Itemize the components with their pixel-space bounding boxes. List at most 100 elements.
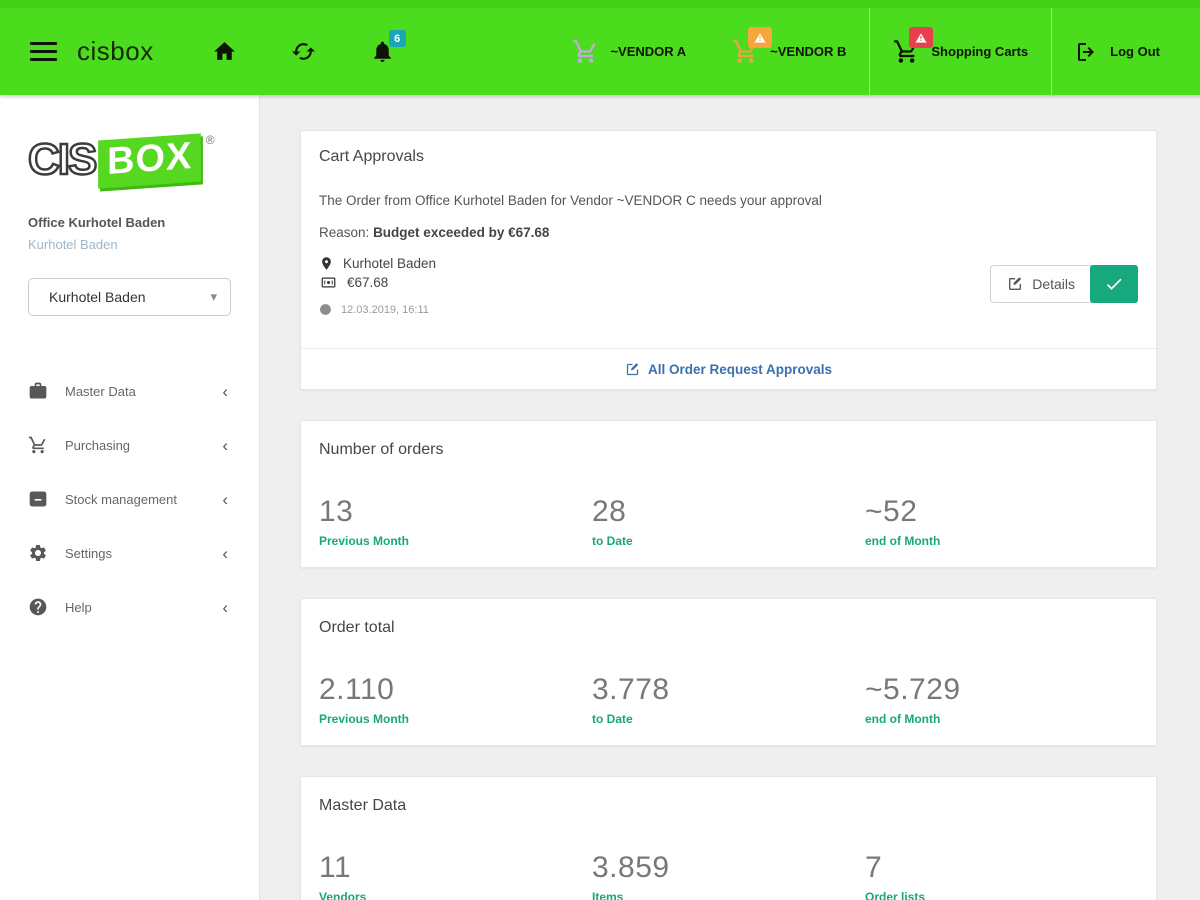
refresh-icon xyxy=(291,39,316,64)
stat-label: Order lists xyxy=(865,890,1138,900)
all-approvals-link[interactable]: All Order Request Approvals xyxy=(625,362,832,377)
nav-vendor-a[interactable]: ~VENDOR A xyxy=(549,8,709,95)
banknote-icon xyxy=(319,275,338,290)
sidebar-item-help[interactable]: Help ‹ xyxy=(28,580,231,634)
chevron-left-icon: ‹ xyxy=(222,491,231,508)
home-button[interactable] xyxy=(212,39,237,64)
home-icon xyxy=(212,39,237,64)
card-title: Cart Approvals xyxy=(319,148,1138,166)
stat-value: 2.110 xyxy=(319,673,592,707)
approve-button[interactable] xyxy=(1090,265,1138,303)
stat-value: 3.778 xyxy=(592,673,865,707)
stat-value: ~52 xyxy=(865,495,1138,529)
nav-shopping-carts-label: Shopping Carts xyxy=(931,44,1028,59)
logo-cis-text: CIS xyxy=(28,131,95,189)
stat-end-of-month: ~52 end of Month xyxy=(865,495,1138,548)
stat-label: Items xyxy=(592,890,865,900)
details-button-label: Details xyxy=(1032,276,1075,292)
sidebar-item-purchasing[interactable]: Purchasing ‹ xyxy=(28,418,231,472)
nav-logout[interactable]: Log Out xyxy=(1051,8,1200,95)
stats-row: 11 Vendors 3.859 Items 7 Order lists xyxy=(319,851,1138,900)
vendor-a-cart-icon xyxy=(572,38,599,65)
clock-icon xyxy=(319,303,332,316)
sidebar-item-master-data[interactable]: Master Data ‹ xyxy=(28,364,231,418)
reason-label: Reason: xyxy=(319,225,369,240)
nav-logout-label: Log Out xyxy=(1110,44,1160,59)
nav-vendor-b[interactable]: ~VENDOR B xyxy=(709,8,869,95)
sidebar-item-label: Master Data xyxy=(65,384,136,399)
warning-triangle-icon xyxy=(914,31,928,45)
sidebar-item-stock-management[interactable]: Stock management ‹ xyxy=(28,472,231,526)
nav-shopping-carts[interactable]: Shopping Carts xyxy=(869,8,1051,95)
order-total-card: Order total 2.110 Previous Month 3.778 t… xyxy=(300,598,1157,746)
notifications-button[interactable]: 6 xyxy=(370,39,395,64)
approval-timestamp-row: 12.03.2019, 16:11 xyxy=(319,303,1138,316)
master-data-card: Master Data 11 Vendors 3.859 Items 7 Ord… xyxy=(300,776,1157,900)
stat-label: to Date xyxy=(592,712,865,726)
gear-icon xyxy=(28,543,48,563)
stat-label: Previous Month xyxy=(319,712,592,726)
stat-label: Vendors xyxy=(319,890,592,900)
content-area: Cart Approvals The Order from Office Kur… xyxy=(260,95,1200,900)
stat-order-lists: 7 Order lists xyxy=(865,851,1138,900)
card-title: Order total xyxy=(319,619,1138,637)
details-button[interactable]: Details xyxy=(990,265,1092,303)
stock-box-icon xyxy=(28,489,48,509)
cisbox-logo: CIS BOX ® xyxy=(28,131,231,193)
sidebar: CIS BOX ® Office Kurhotel Baden Kurhotel… xyxy=(0,95,260,900)
briefcase-icon xyxy=(28,381,48,401)
sidebar-item-label: Stock management xyxy=(65,492,177,507)
stat-end-of-month: ~5.729 end of Month xyxy=(865,673,1138,726)
nav-vendor-a-label: ~VENDOR A xyxy=(610,44,686,59)
approval-message: The Order from Office Kurhotel Baden for… xyxy=(319,193,1138,208)
card-title: Master Data xyxy=(319,797,1138,815)
navbar-left-group: cisbox 6 xyxy=(0,8,395,95)
vendor-b-cart-icon xyxy=(732,38,759,65)
stat-value: 11 xyxy=(319,851,592,885)
sidebar-item-settings[interactable]: Settings ‹ xyxy=(28,526,231,580)
menu-toggle-button[interactable] xyxy=(30,42,57,61)
stat-vendors: 11 Vendors xyxy=(319,851,592,900)
logout-icon xyxy=(1075,40,1099,64)
cart-approvals-card: Cart Approvals The Order from Office Kur… xyxy=(300,130,1157,390)
edit-icon xyxy=(625,362,640,377)
help-circle-icon xyxy=(28,597,48,617)
stat-value: ~5.729 xyxy=(865,673,1138,707)
stat-previous-month: 13 Previous Month xyxy=(319,495,592,548)
chevron-left-icon: ‹ xyxy=(222,545,231,562)
stat-items: 3.859 Items xyxy=(592,851,865,900)
chevron-left-icon: ‹ xyxy=(222,599,231,616)
map-pin-icon xyxy=(319,256,334,271)
location-select-value: Kurhotel Baden xyxy=(49,289,146,305)
stat-value: 7 xyxy=(865,851,1138,885)
stat-to-date: 3.778 to Date xyxy=(592,673,865,726)
chevron-left-icon: ‹ xyxy=(222,383,231,400)
card-title: Number of orders xyxy=(319,441,1138,459)
top-navbar: cisbox 6 ~VENDOR A ~VENDOR B xyxy=(0,0,1200,95)
stat-label: end of Month xyxy=(865,712,1138,726)
stats-row: 13 Previous Month 28 to Date ~52 end of … xyxy=(319,495,1138,548)
brand-text: cisbox xyxy=(77,36,154,67)
shopping-carts-warning-badge xyxy=(909,27,933,48)
navbar-right-group: ~VENDOR A ~VENDOR B Shopping Carts Log xyxy=(549,8,1200,95)
sidebar-item-label: Help xyxy=(65,600,92,615)
all-approvals-link-label: All Order Request Approvals xyxy=(648,362,832,377)
location-select[interactable]: Kurhotel Baden ▾ xyxy=(28,278,231,316)
stat-to-date: 28 to Date xyxy=(592,495,865,548)
reason-value: Budget exceeded by €67.68 xyxy=(373,225,549,240)
refresh-button[interactable] xyxy=(291,39,316,64)
approval-reason: Reason: Budget exceeded by €67.68 xyxy=(319,225,1138,240)
sidebar-item-label: Settings xyxy=(65,546,112,561)
stat-previous-month: 2.110 Previous Month xyxy=(319,673,592,726)
registered-mark: ® xyxy=(206,133,215,147)
location-link[interactable]: Kurhotel Baden xyxy=(28,237,231,252)
stats-row: 2.110 Previous Month 3.778 to Date ~5.72… xyxy=(319,673,1138,726)
stat-value: 3.859 xyxy=(592,851,865,885)
chevron-left-icon: ‹ xyxy=(222,437,231,454)
approval-timestamp: 12.03.2019, 16:11 xyxy=(341,304,429,316)
sidebar-item-label: Purchasing xyxy=(65,438,130,453)
number-of-orders-card: Number of orders 13 Previous Month 28 to… xyxy=(300,420,1157,568)
stat-label: to Date xyxy=(592,534,865,548)
caret-down-icon: ▾ xyxy=(210,289,217,305)
stat-value: 28 xyxy=(592,495,865,529)
